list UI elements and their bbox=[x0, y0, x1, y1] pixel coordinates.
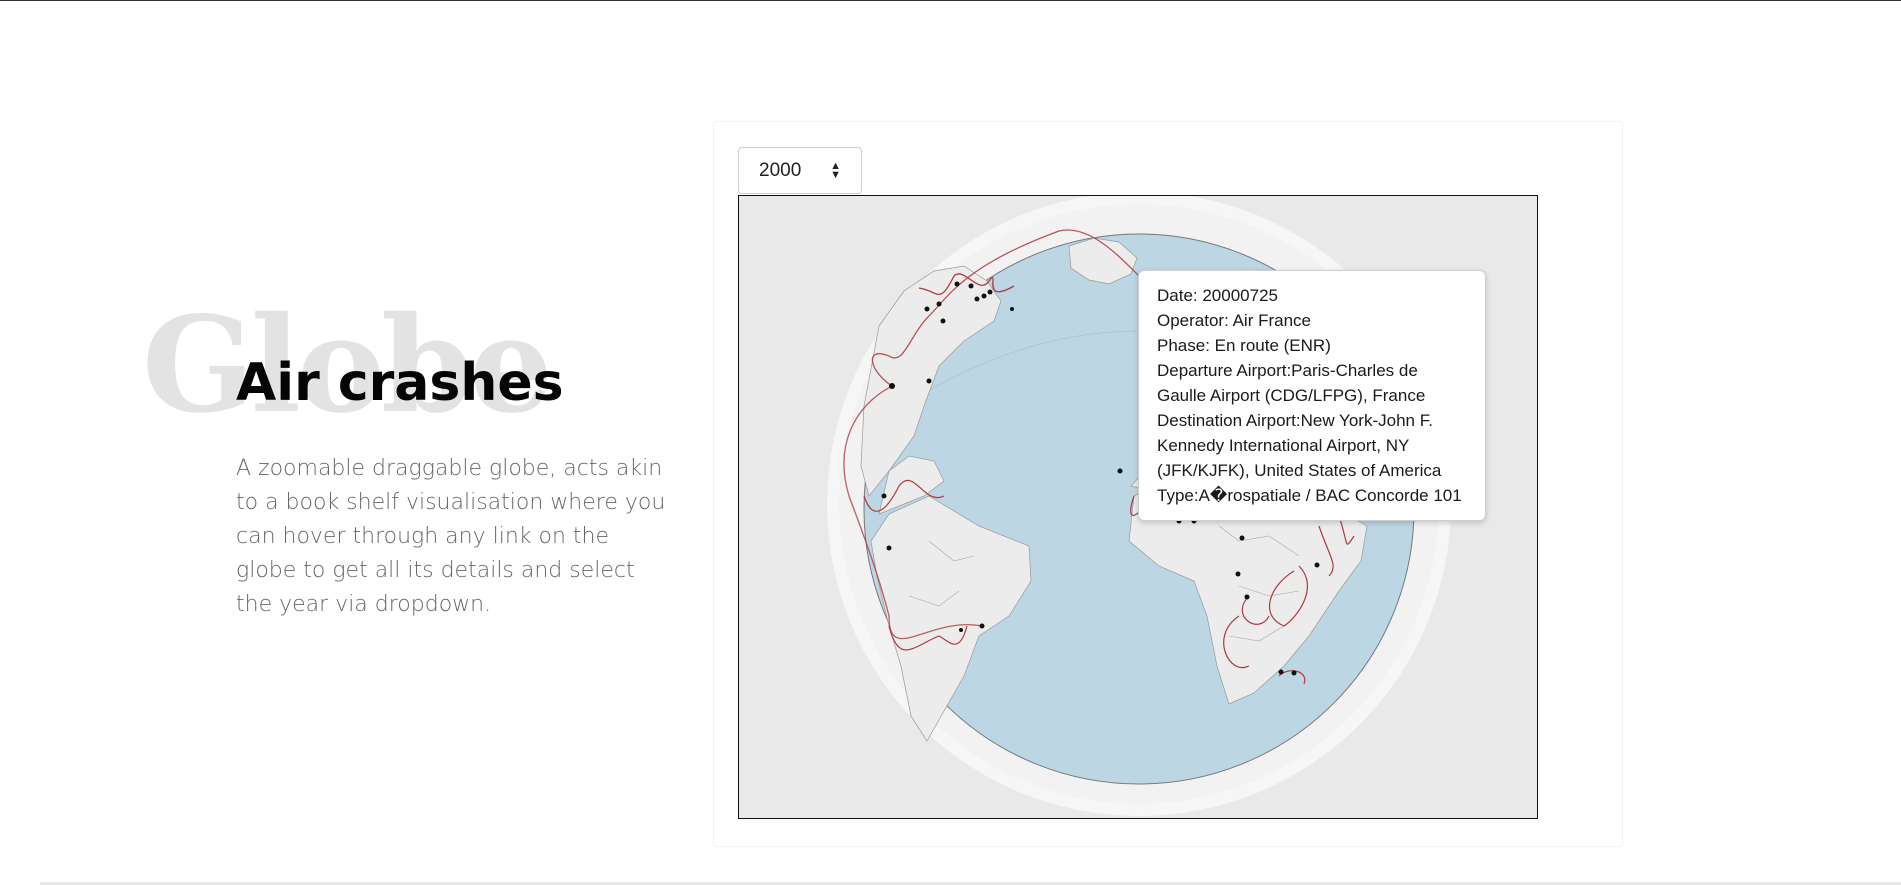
dot-icon[interactable] bbox=[959, 628, 963, 632]
year-select-value: 2000 bbox=[759, 159, 802, 181]
dot-icon[interactable] bbox=[1314, 562, 1320, 568]
dot-icon[interactable] bbox=[936, 301, 942, 307]
dot-icon[interactable] bbox=[968, 283, 974, 289]
tooltip-destination: Destination Airport:New York-John F. Ken… bbox=[1157, 411, 1442, 480]
dot-icon[interactable] bbox=[979, 623, 985, 629]
year-select[interactable]: 2000 ▲ ▼ bbox=[738, 147, 862, 194]
dot-icon[interactable] bbox=[886, 545, 892, 551]
dot-icon[interactable] bbox=[1235, 571, 1241, 577]
dot-icon[interactable] bbox=[954, 281, 960, 287]
dot-icon[interactable] bbox=[940, 318, 946, 324]
tooltip-phase: Phase: En route (ENR) bbox=[1157, 336, 1331, 355]
top-divider bbox=[0, 0, 1901, 1]
tooltip-type: Type:A�rospatiale / BAC Concorde 101 bbox=[1157, 486, 1462, 505]
dot-icon[interactable] bbox=[1278, 669, 1284, 675]
dot-icon[interactable] bbox=[987, 289, 993, 295]
dot-icon[interactable] bbox=[924, 306, 930, 312]
sort-arrows-icon: ▲ ▼ bbox=[830, 159, 841, 181]
dot-icon[interactable] bbox=[889, 383, 895, 389]
dot-icon[interactable] bbox=[1239, 535, 1245, 541]
tooltip-operator: Operator: Air France bbox=[1157, 311, 1312, 330]
dot-icon[interactable] bbox=[1010, 307, 1014, 311]
dot-icon[interactable] bbox=[974, 296, 980, 302]
page-title: Air crashes bbox=[236, 353, 564, 413]
crash-details-tooltip: Date: 20000725 Operator: Air France Phas… bbox=[1138, 270, 1486, 521]
dot-icon[interactable] bbox=[881, 493, 887, 499]
tooltip-date: Date: 20000725 bbox=[1157, 286, 1278, 305]
dot-icon[interactable] bbox=[1291, 670, 1297, 676]
page-description: A zoomable draggable globe, acts akin to… bbox=[236, 456, 666, 617]
dot-icon[interactable] bbox=[1244, 594, 1250, 600]
dot-icon[interactable] bbox=[981, 293, 987, 299]
tooltip-departure: Departure Airport:Paris-Charles de Gaull… bbox=[1157, 361, 1426, 405]
dot-icon[interactable] bbox=[926, 378, 932, 384]
dot-icon[interactable] bbox=[1117, 468, 1123, 474]
